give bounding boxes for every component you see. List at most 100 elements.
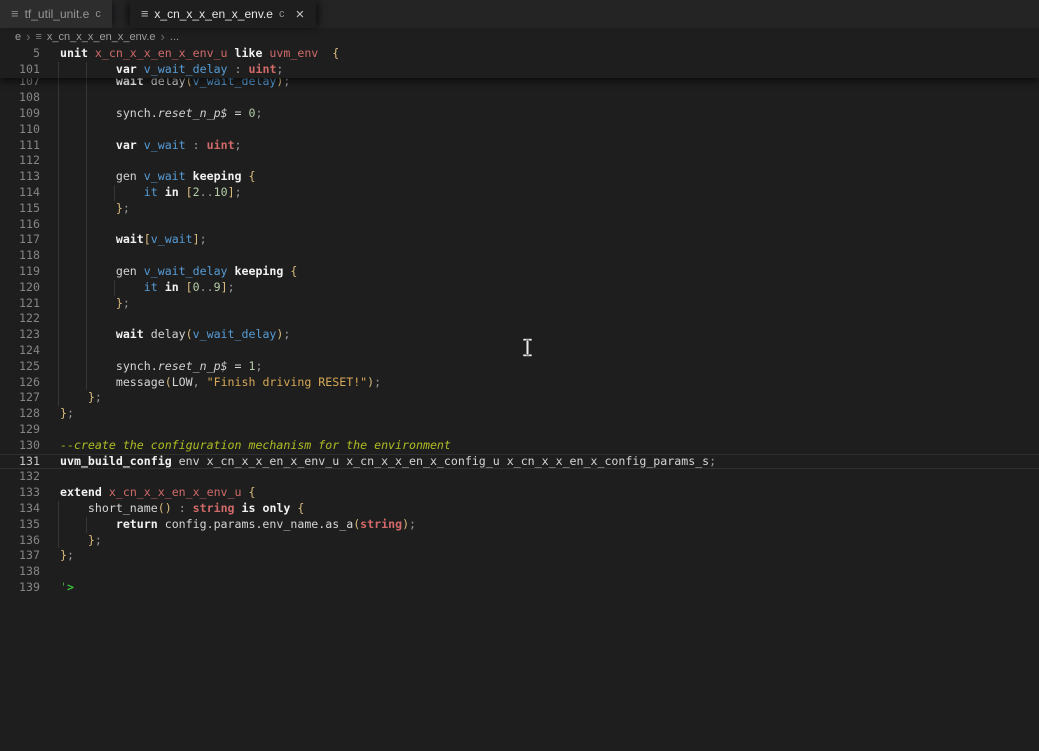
indent-guide-icon	[58, 343, 59, 359]
code-line[interactable]: 108	[0, 90, 1039, 106]
line-number[interactable]: 115	[0, 201, 40, 217]
code-line[interactable]: 125 synch.reset_n_p$ = 1;	[0, 359, 1039, 375]
line-number[interactable]: 135	[0, 517, 40, 533]
line-number[interactable]: 5	[0, 46, 40, 62]
code-line[interactable]: 119 gen v_wait_delay keeping {	[0, 264, 1039, 280]
line-number[interactable]: 129	[0, 422, 40, 438]
line-number[interactable]: 120	[0, 280, 40, 296]
code-line[interactable]: 121 };	[0, 296, 1039, 312]
line-number[interactable]: 101	[0, 62, 40, 78]
code-line[interactable]: 110	[0, 122, 1039, 138]
code-line[interactable]: 128};	[0, 406, 1039, 422]
tab-x-cn-env[interactable]: ≡ x_cn_x_x_en_x_env.e c ×	[130, 0, 316, 28]
line-number[interactable]: 137	[0, 548, 40, 564]
indent-guide-icon	[86, 138, 87, 154]
file-icon: ≡	[11, 7, 19, 20]
indent-guide-icon	[58, 217, 59, 233]
code-line[interactable]: 126 message(LOW, "Finish driving RESET!"…	[0, 375, 1039, 391]
code-text: it in [0..9];	[40, 280, 1039, 296]
line-number[interactable]: 125	[0, 359, 40, 375]
code-line[interactable]: 129	[0, 422, 1039, 438]
line-number[interactable]: 126	[0, 375, 40, 391]
code-text	[40, 153, 1039, 169]
code-line[interactable]: 120 it in [0..9];	[0, 280, 1039, 296]
code-line[interactable]: 130--create the configuration mechanism …	[0, 438, 1039, 454]
indent-guide-icon	[86, 153, 87, 169]
tab-tf-util-unit[interactable]: ≡ tf_util_unit.e c	[0, 0, 112, 28]
line-number[interactable]: 112	[0, 153, 40, 169]
close-icon[interactable]: ×	[294, 7, 305, 22]
code-text: extend x_cn_x_x_en_x_env_u {	[40, 485, 1039, 501]
line-number[interactable]: 139	[0, 580, 40, 596]
code-line[interactable]: 139'>	[0, 580, 1039, 596]
code-text: };	[40, 296, 1039, 312]
code-line[interactable]: 118	[0, 248, 1039, 264]
indent-guide-icon	[86, 375, 87, 391]
code-line[interactable]: 115 };	[0, 201, 1039, 217]
breadcrumb-file[interactable]: x_cn_x_x_en_x_env.e	[47, 31, 156, 43]
code-text: synch.reset_n_p$ = 1;	[40, 359, 1039, 375]
line-number[interactable]: 114	[0, 185, 40, 201]
code-text: var v_wait_delay : uint;	[40, 62, 1039, 78]
line-number[interactable]: 136	[0, 533, 40, 549]
code-line[interactable]: 116	[0, 217, 1039, 233]
line-number[interactable]: 127	[0, 390, 40, 406]
code-line[interactable]: 132	[0, 469, 1039, 485]
code-line[interactable]: 5unit x_cn_x_x_en_x_env_u like uvm_env {	[0, 46, 1039, 62]
code-line[interactable]: 112	[0, 153, 1039, 169]
indent-guide-icon	[58, 311, 59, 327]
code-line[interactable]: 117 wait[v_wait];	[0, 232, 1039, 248]
line-number[interactable]: 121	[0, 296, 40, 312]
line-number[interactable]: 113	[0, 169, 40, 185]
code-line[interactable]: 123 wait delay(v_wait_delay);	[0, 327, 1039, 343]
breadcrumb-root[interactable]: e	[15, 31, 21, 43]
code-line[interactable]: 136 };	[0, 533, 1039, 549]
line-number[interactable]: 131	[0, 454, 40, 470]
line-number[interactable]: 128	[0, 406, 40, 422]
line-number[interactable]: 119	[0, 264, 40, 280]
code-line[interactable]: 124	[0, 343, 1039, 359]
indent-guide-icon	[86, 217, 87, 233]
code-line[interactable]: 137};	[0, 548, 1039, 564]
line-number[interactable]: 130	[0, 438, 40, 454]
line-number[interactable]: 108	[0, 90, 40, 106]
code-line[interactable]: 113 gen v_wait keeping {	[0, 169, 1039, 185]
indent-guide-icon	[58, 359, 59, 375]
code-line[interactable]: 111 var v_wait : uint;	[0, 138, 1039, 154]
line-number[interactable]: 117	[0, 232, 40, 248]
indent-guide-icon	[58, 90, 59, 106]
code-text: it in [2..10];	[40, 185, 1039, 201]
code-line[interactable]: 127 };	[0, 390, 1039, 406]
line-number[interactable]: 124	[0, 343, 40, 359]
code-editor[interactable]: 107 wait delay(v_wait_delay);108109 sync…	[0, 46, 1039, 751]
code-text: uvm_build_config env x_cn_x_x_en_x_env_u…	[40, 454, 1039, 470]
tab-label: x_cn_x_x_en_x_env.e	[154, 7, 273, 21]
line-number[interactable]: 109	[0, 106, 40, 122]
indent-guide-icon	[58, 201, 59, 217]
code-line[interactable]: 122	[0, 311, 1039, 327]
code-line[interactable]: 134 short_name() : string is only {	[0, 501, 1039, 517]
chevron-right-icon: ›	[161, 30, 165, 43]
line-number[interactable]: 132	[0, 469, 40, 485]
line-number[interactable]: 133	[0, 485, 40, 501]
code-line[interactable]: 114 it in [2..10];	[0, 185, 1039, 201]
indent-guide-icon	[58, 62, 59, 78]
line-number[interactable]: 110	[0, 122, 40, 138]
indent-guide-icon	[58, 185, 59, 201]
line-number[interactable]: 118	[0, 248, 40, 264]
code-line[interactable]: 109 synch.reset_n_p$ = 0;	[0, 106, 1039, 122]
line-number[interactable]: 111	[0, 138, 40, 154]
line-number[interactable]: 138	[0, 564, 40, 580]
tab-bar: ≡ tf_util_unit.e c ≡ x_cn_x_x_en_x_env.e…	[0, 0, 1039, 28]
code-line[interactable]: 135 return config.params.env_name.as_a(s…	[0, 517, 1039, 533]
code-line[interactable]: 133extend x_cn_x_x_en_x_env_u {	[0, 485, 1039, 501]
line-number[interactable]: 116	[0, 217, 40, 233]
code-line[interactable]: 138	[0, 564, 1039, 580]
sticky-scroll-header[interactable]: 5unit x_cn_x_x_en_x_env_u like uvm_env {…	[0, 46, 1039, 78]
breadcrumb-more[interactable]: ...	[170, 31, 179, 43]
code-line[interactable]: 131uvm_build_config env x_cn_x_x_en_x_en…	[0, 454, 1039, 470]
line-number[interactable]: 122	[0, 311, 40, 327]
line-number[interactable]: 134	[0, 501, 40, 517]
line-number[interactable]: 123	[0, 327, 40, 343]
code-line[interactable]: 101 var v_wait_delay : uint;	[0, 62, 1039, 78]
